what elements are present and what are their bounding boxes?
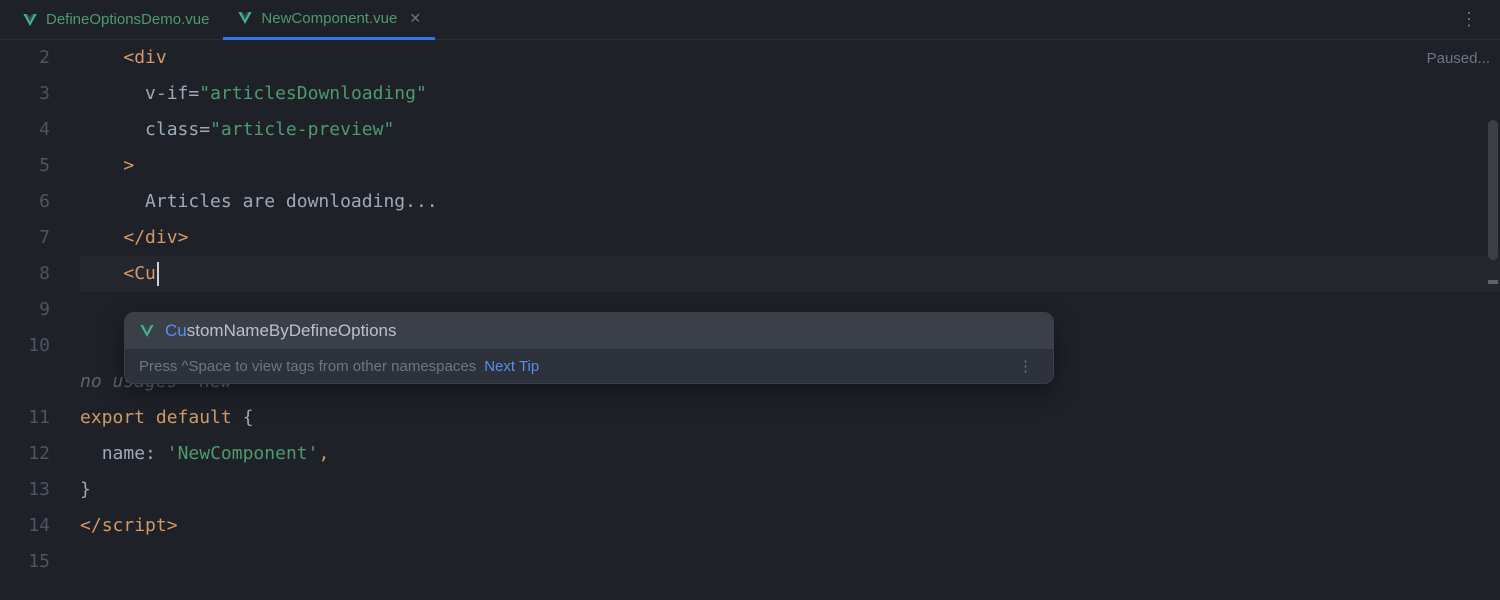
- code-line-active: <Cu: [80, 256, 1500, 292]
- tab-new-component[interactable]: NewComponent.vue ✕: [223, 0, 435, 40]
- code-line: <div: [80, 40, 1500, 76]
- line-number: 7: [0, 220, 50, 256]
- next-tip-link[interactable]: Next Tip: [484, 358, 539, 375]
- completion-item[interactable]: CustomNameByDefineOptions: [125, 313, 1053, 349]
- scrollbar-thumb[interactable]: [1488, 120, 1498, 260]
- code-line: }: [80, 472, 1500, 508]
- line-number: 5: [0, 148, 50, 184]
- code-line: [80, 544, 1500, 580]
- code-line: Articles are downloading...: [80, 184, 1500, 220]
- code-line: </script>: [80, 508, 1500, 544]
- code-line: export default {: [80, 400, 1500, 436]
- line-number: 15: [0, 544, 50, 580]
- scrollbar-marker: [1488, 280, 1498, 284]
- more-icon[interactable]: ⋮: [1012, 357, 1039, 375]
- line-number: 11: [0, 400, 50, 436]
- caret: [157, 262, 159, 286]
- tab-label: NewComponent.vue: [261, 10, 397, 27]
- line-number: 10: [0, 328, 50, 364]
- vue-icon: [139, 323, 155, 339]
- code-line: </div>: [80, 220, 1500, 256]
- vue-icon: [22, 12, 38, 28]
- tab-bar: DefineOptionsDemo.vue NewComponent.vue ✕…: [0, 0, 1500, 40]
- line-number: 4: [0, 112, 50, 148]
- line-number: 3: [0, 76, 50, 112]
- gutter: 2 3 4 5 6 7 8 9 10 11 12 13 14 15: [0, 40, 80, 600]
- tab-label: DefineOptionsDemo.vue: [46, 11, 209, 28]
- line-number: 14: [0, 508, 50, 544]
- line-number: [0, 364, 50, 400]
- line-number: 13: [0, 472, 50, 508]
- line-number: 12: [0, 436, 50, 472]
- code-line: class="article-preview": [80, 112, 1500, 148]
- line-number: 8: [0, 256, 50, 292]
- scrollbar[interactable]: [1486, 40, 1500, 600]
- completion-item-label: CustomNameByDefineOptions: [165, 321, 397, 341]
- line-number: 2: [0, 40, 50, 76]
- tab-define-options[interactable]: DefineOptionsDemo.vue: [8, 0, 223, 40]
- code-line: >: [80, 148, 1500, 184]
- line-number: 6: [0, 184, 50, 220]
- line-number: 9: [0, 292, 50, 328]
- code-line: v-if="articlesDownloading": [80, 76, 1500, 112]
- completion-hint: Press ^Space to view tags from other nam…: [139, 358, 476, 375]
- vue-icon: [237, 10, 253, 26]
- completion-footer: Press ^Space to view tags from other nam…: [125, 349, 1053, 383]
- tab-overflow-menu[interactable]: ⋮: [1446, 9, 1492, 30]
- code-line: name: 'NewComponent',: [80, 436, 1500, 472]
- completion-popup: CustomNameByDefineOptions Press ^Space t…: [124, 312, 1054, 384]
- close-icon[interactable]: ✕: [409, 10, 421, 27]
